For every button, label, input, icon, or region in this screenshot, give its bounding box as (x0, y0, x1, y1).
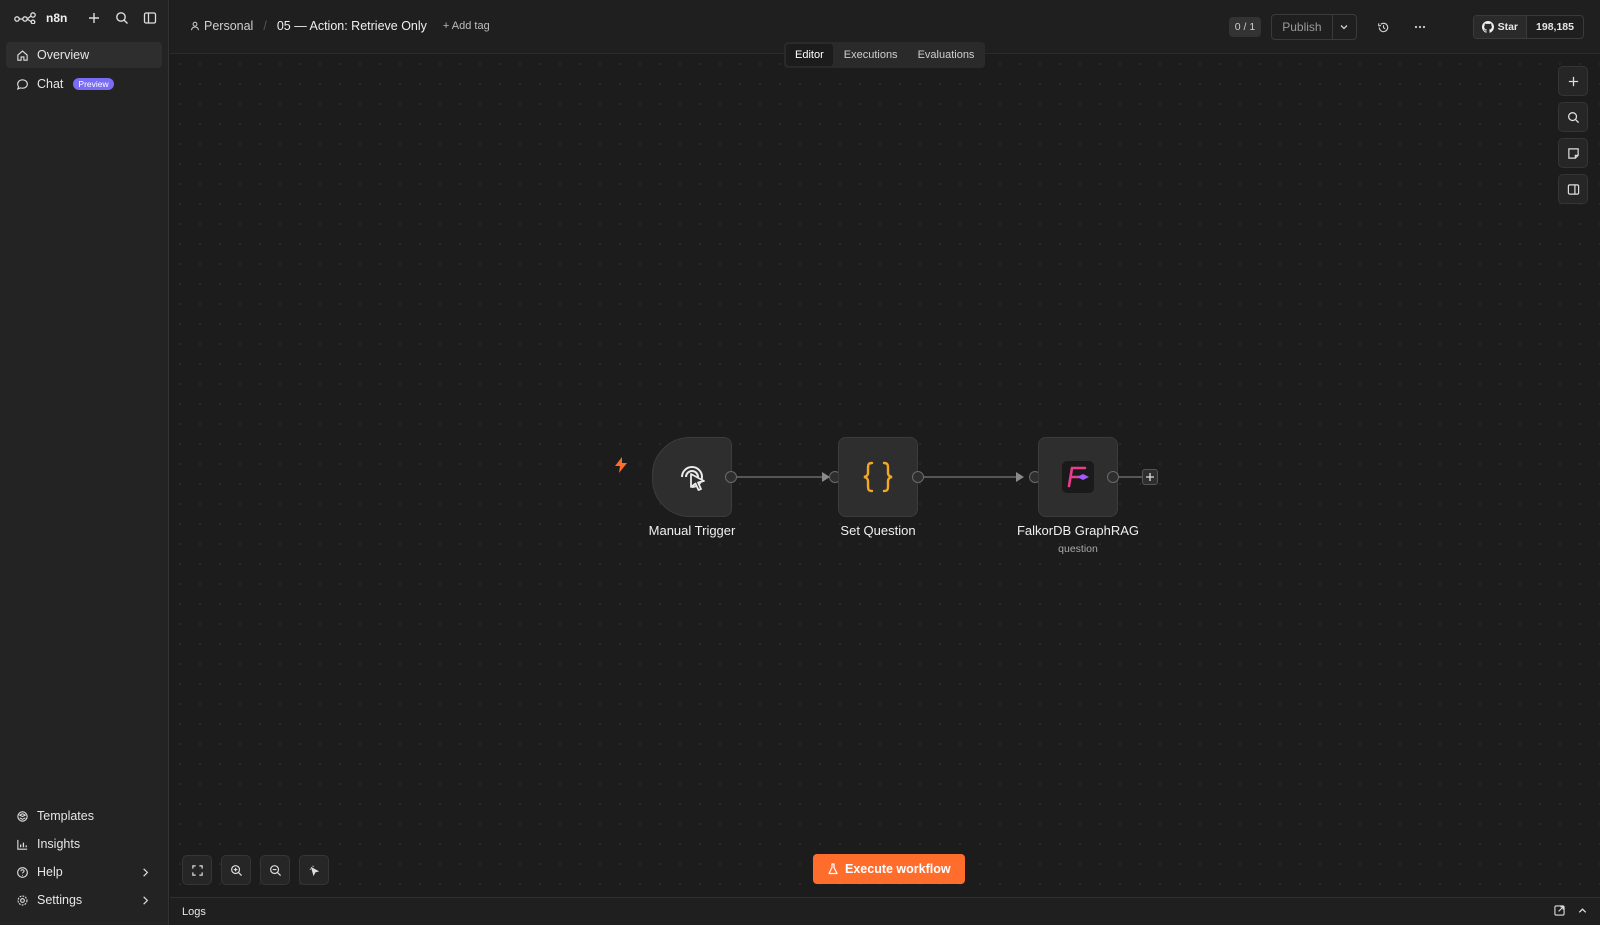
user-icon (191, 21, 199, 31)
breadcrumb-separator: / (263, 19, 267, 33)
panel-icon (1567, 183, 1579, 195)
sidebar-bottom-nav: Templates Insights Help Settings (0, 803, 168, 915)
add-node-plus-icon[interactable] (1142, 469, 1158, 485)
github-star: Star (1473, 16, 1527, 38)
more-options-icon[interactable] (1411, 18, 1429, 36)
github-star-button[interactable]: Star 198,185 (1472, 15, 1584, 39)
chevron-down-icon (1340, 25, 1348, 30)
search-icon (1567, 111, 1579, 123)
sidebar-item-label: Overview (37, 48, 90, 62)
magic-wand-icon (309, 865, 319, 876)
flask-icon (828, 863, 838, 875)
chevron-right-icon (143, 895, 149, 905)
popout-icon[interactable] (1554, 903, 1565, 921)
node-label: Manual Trigger (648, 523, 736, 538)
github-star-label: Star (1497, 21, 1519, 33)
version-counter: 0 / 1 (1228, 17, 1262, 37)
sidebar-item-help[interactable]: Help (6, 859, 162, 885)
search-nodes-button[interactable] (1558, 102, 1588, 132)
output-port[interactable] (725, 471, 737, 483)
sidebar-header: n8n (0, 0, 168, 36)
node-manual-trigger[interactable] (652, 437, 732, 517)
node-falkordb-graphrag[interactable] (1038, 437, 1118, 517)
n8n-logo[interactable]: n8n (14, 11, 67, 25)
tab-executions[interactable]: Executions (835, 44, 907, 66)
zoom-out-button[interactable] (260, 855, 290, 885)
fullscreen-icon (191, 864, 203, 876)
canvas-zoom-toolbar (182, 855, 329, 885)
sidebar-item-chat[interactable]: Chat Preview (6, 71, 162, 97)
bar-chart-icon (17, 839, 28, 850)
help-icon (17, 866, 28, 878)
curly-braces-icon (863, 461, 893, 493)
node-subtitle: question (1058, 543, 1098, 555)
sidebar-nav: Overview Chat Preview (0, 36, 168, 106)
cursor-click-icon (681, 466, 705, 491)
fit-view-button[interactable] (182, 855, 212, 885)
sidebar-item-templates[interactable]: Templates (6, 803, 162, 829)
tab-editor[interactable]: Editor (786, 44, 833, 66)
zoom-in-button[interactable] (221, 855, 251, 885)
sidebar-toggle-icon[interactable] (142, 10, 158, 26)
search-icon[interactable] (114, 10, 130, 26)
chat-bubble-icon (16, 78, 28, 90)
header-actions: 0 / 1 Publish Star 198,185 (1228, 14, 1584, 40)
sidebar-item-settings[interactable]: Settings (6, 887, 162, 913)
sidebar-item-label: Help (37, 865, 63, 879)
node-set-question[interactable] (838, 437, 918, 517)
sidebar-item-label: Insights (37, 837, 81, 851)
project-link[interactable]: Personal (190, 19, 253, 33)
execute-workflow-button[interactable]: Execute workflow (813, 854, 965, 884)
node-label: Set Question (840, 523, 916, 538)
brand-name: n8n (46, 11, 68, 25)
gear-icon (17, 894, 28, 906)
workflow-title[interactable]: 05 — Action: Retrieve Only (277, 19, 427, 33)
output-port[interactable] (1107, 471, 1119, 483)
breadcrumb: Personal / 05 — Action: Retrieve Only + … (190, 19, 490, 33)
sticky-note-icon (1567, 147, 1579, 159)
plus-icon[interactable] (86, 10, 102, 26)
toggle-panel-button[interactable] (1558, 174, 1588, 204)
github-star-count: 198,185 (1526, 16, 1583, 38)
chevron-right-icon (143, 867, 149, 877)
sidebar-item-label: Chat (37, 77, 64, 91)
templates-icon (17, 810, 28, 822)
add-node-button[interactable] (1558, 66, 1588, 96)
logs-bar[interactable]: Logs (170, 897, 1600, 925)
workflow-canvas[interactable]: Manual Trigger Set Question FalkorDB Gra… (170, 54, 1600, 897)
tidy-up-button[interactable] (299, 855, 329, 885)
tab-evaluations[interactable]: Evaluations (909, 44, 984, 66)
node-label: FalkorDB GraphRAG (1016, 523, 1140, 538)
publish-dropdown[interactable] (1331, 15, 1356, 39)
publish-button-group: Publish (1271, 14, 1357, 40)
sidebar-item-label: Templates (37, 809, 94, 823)
preview-badge: Preview (73, 78, 114, 90)
home-icon (17, 49, 28, 61)
logs-label: Logs (182, 905, 206, 918)
canvas-right-toolbar (1558, 66, 1588, 204)
n8n-logo-icon (14, 12, 36, 24)
sidebar-item-overview[interactable]: Overview (6, 42, 162, 68)
falkordb-logo-icon (1062, 461, 1094, 493)
sidebar: n8n Overview Chat Preview Templates Insi… (0, 0, 169, 925)
publish-button[interactable]: Publish (1272, 15, 1331, 39)
zoom-out-icon (269, 864, 281, 876)
add-tag-button[interactable]: + Add tag (443, 20, 490, 32)
sidebar-item-insights[interactable]: Insights (6, 831, 162, 857)
sidebar-item-label: Settings (37, 893, 83, 907)
view-tabs: Editor Executions Evaluations (784, 42, 986, 68)
chevron-up-icon[interactable] (1577, 903, 1588, 921)
sticky-note-button[interactable] (1558, 138, 1588, 168)
history-icon[interactable] (1375, 18, 1393, 36)
zoom-in-icon (230, 864, 242, 876)
github-icon (1481, 21, 1494, 33)
lightning-bolt-icon (615, 457, 627, 473)
project-name: Personal (204, 19, 254, 33)
output-port[interactable] (912, 471, 924, 483)
plus-icon (1568, 76, 1578, 86)
execute-label: Execute workflow (845, 862, 951, 876)
